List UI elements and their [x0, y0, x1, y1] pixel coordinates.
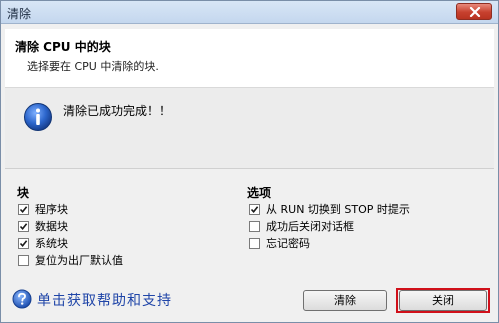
- blocks-section-label: 块: [17, 186, 30, 200]
- options-section-label: 选项: [247, 186, 272, 200]
- checkbox-close-on-success[interactable]: 成功后关闭对话框: [249, 219, 354, 233]
- checkbox-box[interactable]: [18, 254, 29, 266]
- checkbox-box[interactable]: [18, 220, 29, 232]
- checkbox-label: 复位为出厂默认值: [35, 254, 123, 267]
- close-button[interactable]: 关闭: [399, 290, 487, 311]
- close-icon: [469, 7, 481, 17]
- clear-button[interactable]: 清除: [303, 290, 387, 311]
- checkbox-box[interactable]: [249, 203, 260, 215]
- check-icon: [19, 205, 28, 213]
- message-panel: 清除已成功完成！！: [5, 88, 494, 169]
- checkbox-box[interactable]: [249, 237, 260, 249]
- title-bar: 清除: [1, 1, 498, 24]
- checkbox-label: 程序块: [35, 203, 68, 216]
- checkbox-box[interactable]: [249, 220, 260, 232]
- checkbox-label: 系统块: [35, 237, 68, 250]
- checkbox-label: 从 RUN 切换到 STOP 时提示: [266, 203, 410, 216]
- checkbox-prompt-run-stop[interactable]: 从 RUN 切换到 STOP 时提示: [249, 202, 410, 216]
- clear-dialog: 清除 清除 CPU 中的块 选择要在 CPU 中清除的块. 清除已成功完成！！: [0, 0, 499, 323]
- window-title: 清除: [7, 7, 32, 21]
- check-icon: [19, 222, 28, 230]
- success-message: 清除已成功完成！！: [63, 104, 172, 118]
- checkbox-label: 忘记密码: [266, 237, 310, 250]
- header-title: 清除 CPU 中的块: [15, 40, 111, 54]
- header-subtitle: 选择要在 CPU 中清除的块.: [27, 60, 159, 73]
- checkbox-label: 数据块: [35, 220, 68, 233]
- checkbox-label: 成功后关闭对话框: [266, 220, 354, 233]
- help-link[interactable]: 单击获取帮助和支持: [37, 290, 172, 310]
- window-close-button[interactable]: [456, 3, 492, 20]
- info-icon: [24, 103, 52, 131]
- check-icon: [19, 239, 28, 247]
- checkbox-system-block[interactable]: 系统块: [18, 236, 68, 250]
- checkbox-factory-reset[interactable]: 复位为出厂默认值: [18, 253, 123, 267]
- checkbox-forget-password[interactable]: 忘记密码: [249, 236, 310, 250]
- dialog-header: 清除 CPU 中的块 选择要在 CPU 中清除的块.: [5, 29, 494, 88]
- checkbox-box[interactable]: [18, 237, 29, 249]
- checkbox-data-block[interactable]: 数据块: [18, 219, 68, 233]
- checkbox-program-block[interactable]: 程序块: [18, 202, 68, 216]
- checkbox-box[interactable]: [18, 203, 29, 215]
- check-icon: [250, 205, 259, 213]
- help-icon[interactable]: [12, 289, 32, 309]
